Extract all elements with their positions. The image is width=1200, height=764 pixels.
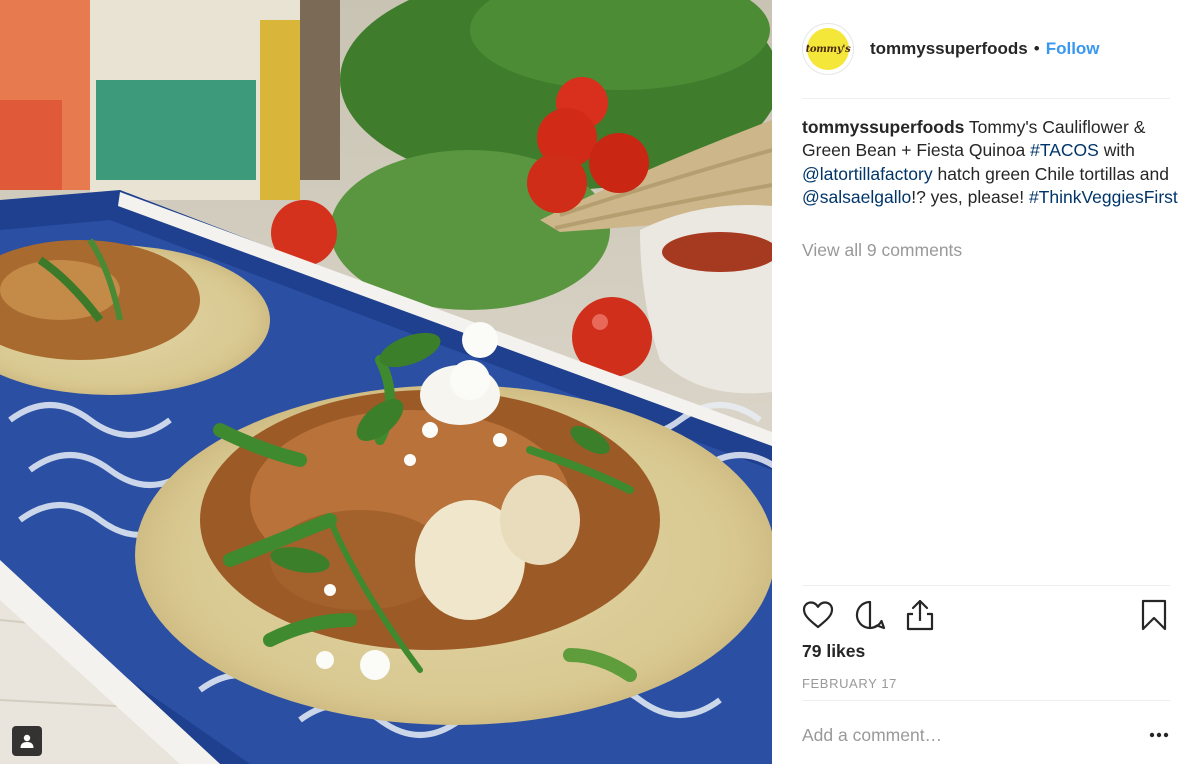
bookmark-icon [1141, 599, 1167, 631]
heart-icon [802, 601, 834, 629]
follow-button[interactable]: Follow [1046, 39, 1100, 59]
taco-photo-illustration [0, 0, 772, 764]
mention-link[interactable]: @latortillafactory [802, 164, 933, 184]
view-all-comments-link[interactable]: View all 9 comments [802, 240, 962, 261]
more-options-button[interactable] [1148, 724, 1170, 746]
post-side-panel: tommy's tommyssuperfoods • Follow tommys… [772, 0, 1200, 764]
caption-text: with [1098, 140, 1135, 161]
share-icon [906, 599, 934, 631]
more-options-icon [1149, 732, 1169, 738]
comment-divider [802, 700, 1170, 701]
likes-count[interactable]: 79 likes [802, 641, 865, 662]
post-date[interactable]: FEBRUARY 17 [802, 676, 897, 691]
avatar[interactable]: tommy's [802, 23, 854, 75]
caption-text: hatch green Chile tortillas and [932, 163, 1169, 184]
header-separator: • [1033, 39, 1040, 58]
save-button[interactable] [1138, 598, 1170, 632]
comment-input[interactable] [802, 722, 1122, 748]
tagged-people-button[interactable] [12, 726, 42, 756]
avatar-logo: tommy's [805, 28, 851, 70]
user-tag-icon [20, 734, 34, 748]
header-username[interactable]: tommyssuperfoods [870, 39, 1028, 59]
like-button[interactable] [802, 598, 834, 632]
post-header: tommy's tommyssuperfoods • Follow [802, 22, 1100, 76]
actions-divider [802, 585, 1170, 586]
comment-button[interactable] [854, 598, 886, 632]
post-actions [802, 598, 1170, 632]
share-button[interactable] [904, 598, 936, 632]
caption-username[interactable]: tommyssuperfoods [802, 117, 964, 137]
hashtag-link[interactable]: #TACOS [1030, 140, 1099, 160]
mention-link[interactable]: @salsaelgallo [802, 187, 911, 207]
caption-text: !? yes, please! [911, 186, 1029, 207]
comment-icon [855, 600, 886, 630]
post-photo[interactable] [0, 0, 772, 764]
avatar-logo-text: tommy's [805, 43, 851, 55]
post-caption: tommyssuperfoods Tommy's Cauliflower & G… [802, 116, 1182, 209]
header-divider [802, 98, 1170, 99]
hashtag-link[interactable]: #ThinkVeggiesFirst [1029, 187, 1178, 207]
